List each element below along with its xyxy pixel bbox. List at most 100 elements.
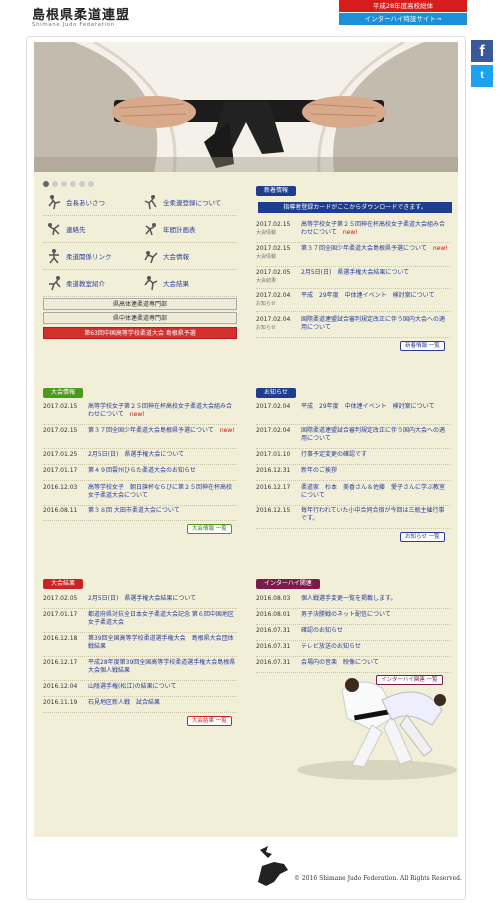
item-title-text: 平成28年度第39回全国高等学校柔道選手権大会島根県大会個人戦結果	[88, 659, 236, 674]
news-more-button[interactable]: 新着情報 一覧	[400, 341, 445, 351]
item-title: 確認のお知らせ	[301, 627, 450, 635]
chugoku-qualifier-button[interactable]: 第63回中国高等学校柔道大会 島根県予選	[43, 327, 237, 339]
item-date: 2017.02.04	[256, 403, 291, 410]
site-logo[interactable]: 島根県柔道連盟 Shimane Judo Federation	[32, 4, 132, 34]
shimane-map-icon	[258, 846, 288, 886]
list-item[interactable]: 2017.02.15 高等学校女子第２５回神在杯高校女子柔道大会組み合わせについて…	[43, 403, 237, 425]
slider-dot[interactable]	[43, 181, 49, 187]
item-date: 2017.01.10	[256, 451, 291, 458]
list-item[interactable]: 2017.02.05 大会結果 2月5日(日) 県選手権大会結果について	[256, 269, 450, 289]
slider-dot[interactable]	[70, 181, 76, 187]
item-title-text: 平成 29年度 中体連イベント 検討案について	[301, 403, 435, 410]
menu-item-label: 全柔連登録について	[163, 199, 222, 207]
menu-item-tournament-info[interactable]: 大会情報	[140, 243, 237, 269]
results-more-button[interactable]: 大会結果 一覧	[187, 716, 232, 726]
list-item[interactable]: 2017.02.04 国際柔道連盟試合審判規定改正に伴う国内大会への適用について	[256, 427, 450, 449]
list-item[interactable]: 2016.12.03 高等学校女子 朝日旗杯ならびに第２５回神在杯高校女子柔道大会…	[43, 484, 237, 506]
menu-item-greeting[interactable]: 会長あいさつ	[43, 189, 140, 215]
new-badge: new!	[432, 245, 448, 252]
interhigh-site-button[interactable]: インターハイ特設サイト→	[339, 13, 467, 25]
item-title-text: 確認のお知らせ	[301, 627, 343, 634]
list-item[interactable]: 2017.02.15 大会情報 高等学校女子第２５回神在杯高校女子柔道大会組み合…	[256, 221, 450, 243]
item-date: 2016.07.31	[256, 659, 291, 666]
list-item[interactable]: 2016.08.01 男子決勝戦のネット配信について	[256, 611, 450, 625]
item-title: 第４９回雲州ひらた柔道大会のお知らせ	[88, 467, 237, 475]
list-item[interactable]: 2016.07.31 テレビ放送のお知らせ	[256, 643, 450, 657]
item-title: 平成 29年度 中体連イベント 検討案について	[301, 292, 435, 299]
interhigh-more-button[interactable]: インターハイ関連 一覧	[376, 675, 443, 685]
list-item[interactable]: 2016.12.17 平成28年度第39回全国高等学校柔道選手権大会島根県大会個人…	[43, 659, 237, 681]
list-item[interactable]: 2017.01.17 都道府県対抗全日本女子柔道大会記念 第６回中国地区女子柔道大…	[43, 611, 237, 633]
item-title-text: 高等学校女子第２５回神在杯高校女子柔道大会組み合わせについて	[301, 221, 446, 236]
item-title-text: 第３７回全国少年柔道大会島根県予選について	[301, 245, 427, 252]
list-item[interactable]: 2016.07.31 確認のお知らせ	[256, 627, 450, 641]
list-item[interactable]: 2016.12.31 新年のご挨拶	[256, 467, 450, 481]
page: 島根県柔道連盟 Shimane Judo Federation 平成28年度高校…	[0, 0, 500, 903]
item-title-text: 新年のご挨拶	[301, 467, 338, 474]
slider-dot[interactable]	[52, 181, 58, 187]
item-title-text: 石見地区新人戦 試合結果	[88, 699, 161, 706]
menu-item-judo-class[interactable]: 柔道教室紹介	[43, 270, 140, 296]
item-title-text: 第３８回 大田市柔道大会について	[88, 507, 180, 514]
list-item[interactable]: 2016.08.03 個人戦選手変更一覧を掲載します。	[256, 595, 450, 609]
chuugaku-judo-button[interactable]: 県中体連柔道専門部	[43, 312, 237, 324]
judo-throw-icon	[144, 251, 158, 264]
item-date: 2016.12.18	[43, 635, 78, 642]
item-date: 2016.07.31	[256, 643, 291, 650]
slider-dot[interactable]	[88, 181, 94, 187]
list-item[interactable]: 2016.08.11 第３８回 大田市柔道大会について	[43, 507, 237, 521]
koukou-judo-button[interactable]: 県高体連柔道専門部	[43, 298, 237, 310]
new-badge: new!	[129, 411, 145, 418]
item-date: 2017.02.04	[256, 427, 291, 434]
list-item[interactable]: 2017.02.04 お知らせ 国際柔道連盟試合審判規定改正に伴う国内大会への適…	[256, 316, 450, 338]
list-item[interactable]: 2017.02.05 2月5日(日) 県選手権大会結果について	[43, 595, 237, 609]
menu-item-label: 大会結果	[163, 280, 189, 288]
slider-dot[interactable]	[79, 181, 85, 187]
list-item[interactable]: 2017.02.15 大会情報 第３７回全国少年柔道大会島根県予選について ne…	[256, 245, 450, 267]
download-card-banner[interactable]: 指導者登録カードがここからダウンロードできます。	[258, 202, 452, 213]
logo-title: 島根県柔道連盟	[32, 8, 131, 23]
item-title: テレビ放送のお知らせ	[301, 643, 450, 651]
list-item[interactable]: 2017.02.04 平成 29年度 中体連イベント 検討案について	[256, 403, 450, 425]
item-title: 山陰選手権(松江)の結果について	[88, 683, 237, 691]
twitter-icon[interactable]: t	[471, 65, 493, 87]
item-date: 2017.02.15	[43, 403, 78, 410]
menu-item-results[interactable]: 大会結果	[140, 270, 237, 296]
menu-item-label: 連絡先	[66, 226, 86, 234]
menu-item-contact[interactable]: 連絡先	[43, 216, 140, 242]
list-item[interactable]: 2017.01.10 行事予定変更の確認です	[256, 451, 450, 465]
interhigh-heading: インターハイ関連	[256, 579, 320, 589]
item-date: 2016.12.31	[256, 467, 291, 474]
list-item[interactable]: 2016.12.18 第39回全国高等学校柔道選手権大会 島根県大会団体戦結果	[43, 635, 237, 657]
item-title-text: 第３７回全国少年柔道大会島根県予選について	[88, 427, 214, 434]
notices-more-button[interactable]: お知らせ 一覧	[400, 532, 445, 542]
list-item[interactable]: 2016.11.19 石見地区新人戦 試合結果	[43, 699, 237, 713]
list-item[interactable]: 2017.02.15 第３７回全国少年柔道大会島根県予選について new!	[43, 427, 237, 449]
list-item[interactable]: 2016.12.17 柔道家 杉本 美香さん＆佐藤 愛子さんに学ぶ教室について	[256, 484, 450, 506]
slider-dot[interactable]	[61, 181, 67, 187]
new-badge: new!	[219, 427, 235, 434]
list-item[interactable]: 2016.12.04 山陰選手権(松江)の結果について	[43, 683, 237, 697]
menu-item-links[interactable]: 柔道関係リンク	[43, 243, 140, 269]
slider-dots	[43, 181, 94, 187]
item-title: 第３７回全国少年柔道大会島根県予選について new!	[88, 427, 237, 435]
list-item[interactable]: 2017.01.17 第４９回雲州ひらた柔道大会のお知らせ	[43, 467, 237, 481]
list-item[interactable]: 2016.12.15 毎年行われていた小中合同合宿が今回は三瓶主催行事です。	[256, 507, 450, 529]
koukou-soutai-button[interactable]: 平成28年度高校総体	[339, 0, 467, 12]
list-item[interactable]: 2017.02.04 お知らせ 平成 29年度 中体連イベント 検討案について	[256, 292, 450, 312]
menu-item-registration[interactable]: 全柔連登録について	[140, 189, 237, 215]
item-date: 2016.12.15	[256, 507, 291, 514]
item-title: 新年のご挨拶	[301, 467, 450, 475]
item-date: 2017.01.17	[43, 611, 78, 618]
item-date: 2016.12.03	[43, 484, 78, 491]
item-title: 2月5日(日) 県選手権大会について	[88, 451, 237, 459]
item-date: 2016.08.01	[256, 611, 291, 618]
item-date: 2017.02.04	[256, 292, 291, 299]
facebook-icon[interactable]: f	[471, 40, 493, 62]
new-badge: new!	[342, 229, 358, 236]
item-title-text: 毎年行われていた小中合同合宿が今回は三瓶主催行事です。	[301, 507, 445, 522]
list-item[interactable]: 2017.01.25 2月5日(日) 県選手権大会について	[43, 451, 237, 465]
tournament-info-more-button[interactable]: 大会情報 一覧	[187, 524, 232, 534]
menu-item-annual-plan[interactable]: 年間計画表	[140, 216, 237, 242]
judo-throw-icon	[145, 223, 156, 236]
